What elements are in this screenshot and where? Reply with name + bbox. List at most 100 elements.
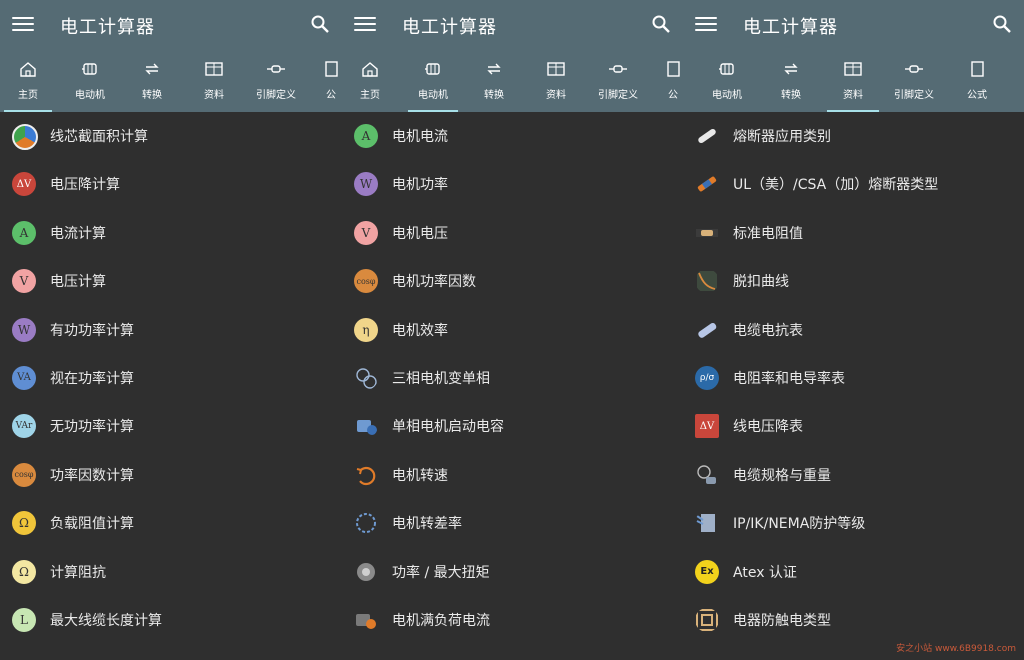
list-item[interactable]: cosφ 功率因数计算 bbox=[0, 451, 342, 499]
tab-motor[interactable]: 电动机 bbox=[404, 50, 462, 112]
list-item[interactable]: 电缆规格与重量 bbox=[683, 451, 1024, 499]
list-item[interactable]: V 电机电压 bbox=[342, 209, 683, 257]
book-icon bbox=[971, 61, 984, 77]
tab-convert[interactable]: 转换 bbox=[124, 50, 180, 112]
list-item[interactable]: ΔV 电压降计算 bbox=[0, 160, 342, 208]
list-item[interactable]: 脱扣曲线 bbox=[683, 257, 1024, 305]
resistivity-icon: ρ/σ bbox=[695, 365, 719, 390]
menu-icon[interactable] bbox=[12, 14, 34, 34]
motor-icon bbox=[425, 63, 440, 75]
list-item[interactable]: 功率 / 最大扭矩 bbox=[342, 548, 683, 596]
item-label: 电流计算 bbox=[50, 225, 106, 242]
list-item[interactable]: A 电流计算 bbox=[0, 209, 342, 257]
menu-icon[interactable] bbox=[354, 14, 376, 34]
list-item[interactable]: 三相电机变单相 bbox=[342, 354, 683, 402]
item-label: 视在功率计算 bbox=[50, 370, 134, 387]
item-label: 脱扣曲线 bbox=[733, 274, 789, 291]
list-item[interactable]: A 电机电流 bbox=[342, 112, 683, 160]
list-item[interactable]: L 最大线缆长度计算 bbox=[0, 596, 342, 644]
list-item[interactable]: Ex Atex 认证 bbox=[683, 548, 1024, 596]
list-item[interactable]: W 有功功率计算 bbox=[0, 306, 342, 354]
tab-label: 公 bbox=[668, 90, 678, 101]
tab-data[interactable]: 资料 bbox=[528, 50, 584, 112]
search-icon[interactable] bbox=[992, 14, 1012, 34]
list-item[interactable]: Ω 计算阻抗 bbox=[0, 548, 342, 596]
tab-motor[interactable]: 电动机 bbox=[62, 50, 118, 112]
motor-icon bbox=[719, 63, 734, 75]
tab-formula[interactable]: 公式 bbox=[949, 50, 1005, 112]
list-item[interactable]: 电器防触电类型 bbox=[683, 596, 1024, 644]
tab-label: 电动机 bbox=[712, 90, 742, 101]
watermark: 安之小站 www.6B9918.com bbox=[896, 644, 1016, 654]
item-label: 电机功率因数 bbox=[392, 274, 476, 291]
tab-label: 资料 bbox=[843, 90, 863, 101]
list-item[interactable]: 电缆电抗表 bbox=[683, 306, 1024, 354]
tab-pin[interactable]: 引脚定义 bbox=[248, 50, 304, 112]
tab-label: 电动机 bbox=[418, 90, 448, 101]
list-item[interactable]: 单相电机启动电容 bbox=[342, 402, 683, 450]
tab-label: 引脚定义 bbox=[256, 90, 296, 101]
trip-curve-icon bbox=[697, 271, 717, 292]
list-item[interactable]: ΔV 线电压降表 bbox=[683, 402, 1024, 450]
tab-convert[interactable]: 转换 bbox=[466, 50, 522, 112]
motor-speed-icon bbox=[356, 466, 376, 485]
item-label: 电机满负荷电流 bbox=[392, 612, 490, 629]
voltage-icon: V bbox=[12, 269, 36, 294]
list-item[interactable]: ρ/σ 电阻率和电导率表 bbox=[683, 354, 1024, 402]
motor-icon bbox=[82, 63, 97, 75]
list-item[interactable]: VAr 无功功率计算 bbox=[0, 402, 342, 450]
list-item[interactable]: 电机转速 bbox=[342, 451, 683, 499]
tab-motor[interactable]: 电动机 bbox=[699, 50, 755, 112]
search-icon[interactable] bbox=[310, 14, 330, 34]
convert-icon bbox=[784, 63, 798, 75]
max-torque-icon bbox=[357, 562, 375, 581]
impedance-icon: Ω bbox=[12, 559, 36, 584]
list-item[interactable]: 电机满负荷电流 bbox=[342, 596, 683, 644]
motor-efficiency-icon: η bbox=[354, 317, 378, 342]
tab-bar: 主页 电动机 转换 资料 引脚定义 公 bbox=[342, 50, 683, 112]
item-label: 电机电压 bbox=[392, 225, 448, 242]
list-item[interactable]: W 电机功率 bbox=[342, 160, 683, 208]
tab-data[interactable]: 资料 bbox=[823, 50, 883, 112]
app-title: 电工计算器 bbox=[402, 17, 497, 38]
list-item[interactable]: 线芯截面积计算 bbox=[0, 112, 342, 160]
list-item[interactable]: 熔断器应用类别 bbox=[683, 112, 1024, 160]
data-list: 熔断器应用类别 UL（美）/CSA（加）熔断器类型 标准电阻值 脱扣曲线 电缆电… bbox=[683, 112, 1024, 644]
motor-list: A 电机电流 W 电机功率 V 电机电压 cosφ 电机功率因数 η 电机效率 … bbox=[342, 112, 683, 644]
item-label: 线电压降表 bbox=[733, 419, 803, 436]
tab-label: 资料 bbox=[204, 90, 224, 101]
item-label: 电器防触电类型 bbox=[733, 612, 831, 629]
list-item[interactable]: 电机转差率 bbox=[342, 499, 683, 547]
list-item[interactable]: IP/IK/NEMA防护等级 bbox=[683, 499, 1024, 547]
resistor-icon bbox=[696, 228, 718, 237]
calculator-list: 线芯截面积计算 ΔV 电压降计算 A 电流计算 V 电压计算 W 有功功率计算 … bbox=[0, 112, 342, 644]
list-item[interactable]: UL（美）/CSA（加）熔断器类型 bbox=[683, 160, 1024, 208]
tab-label: 转换 bbox=[781, 90, 801, 101]
list-item[interactable]: η 电机效率 bbox=[342, 306, 683, 354]
fuse-type-icon bbox=[697, 176, 717, 192]
data-icon bbox=[844, 62, 862, 76]
fuse-category-icon bbox=[698, 128, 716, 144]
list-item[interactable]: VA 视在功率计算 bbox=[0, 354, 342, 402]
tab-formula[interactable]: 公 bbox=[658, 50, 683, 112]
item-label: 单相电机启动电容 bbox=[392, 419, 504, 436]
item-label: Atex 认证 bbox=[733, 564, 797, 581]
item-label: 计算阻抗 bbox=[50, 564, 106, 581]
item-label: 电机功率 bbox=[392, 177, 448, 194]
list-item[interactable]: Ω 负载阻值计算 bbox=[0, 499, 342, 547]
item-label: 熔断器应用类别 bbox=[733, 129, 831, 145]
list-item[interactable]: V 电压计算 bbox=[0, 257, 342, 305]
tab-formula[interactable]: 公 bbox=[316, 50, 342, 112]
tab-label: 主页 bbox=[360, 90, 380, 101]
tab-label: 资料 bbox=[546, 90, 566, 101]
search-icon[interactable] bbox=[651, 14, 671, 34]
tab-home[interactable]: 主页 bbox=[0, 50, 56, 112]
tab-home[interactable]: 主页 bbox=[342, 50, 398, 112]
tab-pin[interactable]: 引脚定义 bbox=[590, 50, 646, 112]
tab-convert[interactable]: 转换 bbox=[763, 50, 819, 112]
tab-data[interactable]: 资料 bbox=[186, 50, 242, 112]
tab-pin[interactable]: 引脚定义 bbox=[885, 50, 943, 112]
list-item[interactable]: cosφ 电机功率因数 bbox=[342, 257, 683, 305]
menu-icon[interactable] bbox=[695, 14, 717, 34]
list-item[interactable]: 标准电阻值 bbox=[683, 209, 1024, 257]
